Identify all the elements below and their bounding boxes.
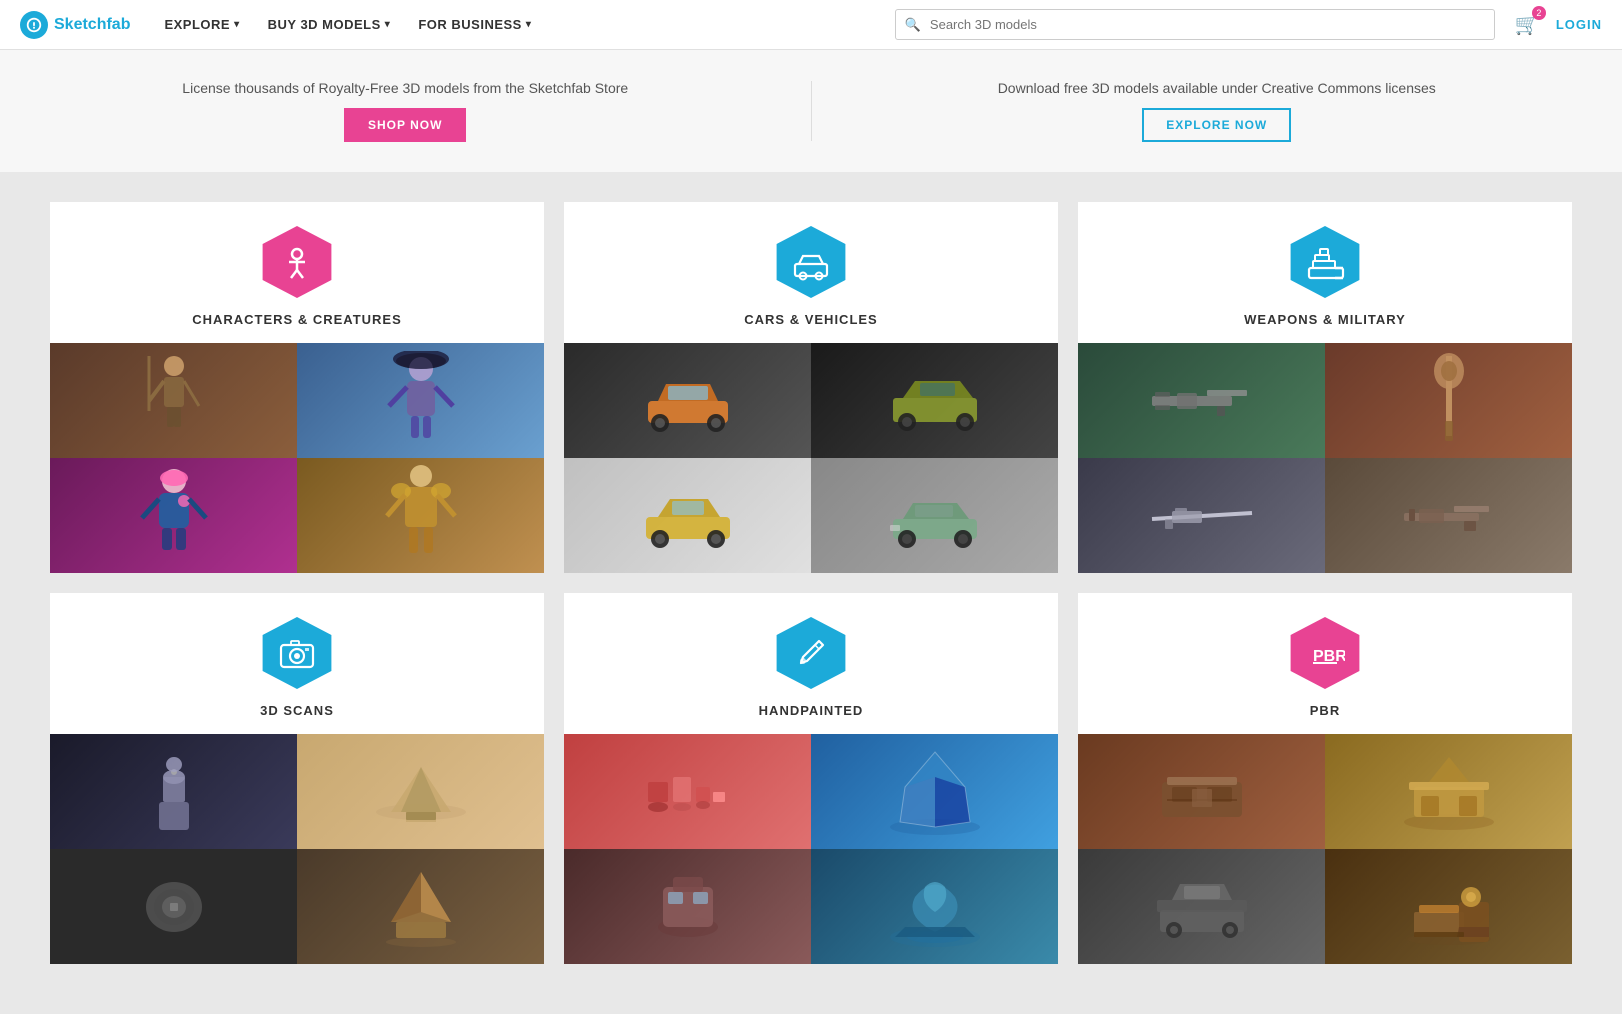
weapons-images xyxy=(1078,343,1572,573)
cart-badge: 2 xyxy=(1532,6,1546,20)
category-pbr-header: PBR PBR xyxy=(1078,593,1572,734)
category-scans[interactable]: 3D SCANS xyxy=(50,593,544,964)
categories-grid: CHARACTERS & CREATURES xyxy=(0,172,1622,1014)
car-img-3 xyxy=(564,458,811,573)
char-img-1 xyxy=(50,343,297,458)
pbr-img-2 xyxy=(1325,734,1572,849)
promo-divider xyxy=(811,81,812,141)
wpn-img-1 xyxy=(1078,343,1325,458)
hand-img-4 xyxy=(811,849,1058,964)
logo-icon xyxy=(20,11,48,39)
pbr-images xyxy=(1078,734,1572,964)
logo-text: Sketchfab xyxy=(54,16,130,34)
pbr-img-3 xyxy=(1078,849,1325,964)
pbr-title: PBR xyxy=(1310,703,1340,718)
wpn-img-4 xyxy=(1325,458,1572,573)
promo-left-text: License thousands of Royalty-Free 3D mod… xyxy=(182,80,628,96)
category-handpainted-header: HANDPAINTED xyxy=(564,593,1058,734)
category-scans-header: 3D SCANS xyxy=(50,593,544,734)
characters-icon xyxy=(257,222,337,302)
buy-nav[interactable]: BUY 3D MODELS ▾ xyxy=(254,0,405,50)
cars-images xyxy=(564,343,1058,573)
navbar: Sketchfab EXPLORE ▾ BUY 3D MODELS ▾ FOR … xyxy=(0,0,1622,50)
explore-now-button[interactable]: EXPLORE NOW xyxy=(1142,108,1291,142)
scan-img-1 xyxy=(50,734,297,849)
category-pbr[interactable]: PBR PBR xyxy=(1078,593,1572,964)
logo[interactable]: Sketchfab xyxy=(20,11,130,39)
car-img-4 xyxy=(811,458,1058,573)
pbr-img-4 xyxy=(1325,849,1572,964)
promo-right-text: Download free 3D models available under … xyxy=(998,80,1436,96)
wpn-img-3 xyxy=(1078,458,1325,573)
char-img-4 xyxy=(297,458,544,573)
handpainted-icon xyxy=(771,613,851,693)
scan-img-2 xyxy=(297,734,544,849)
scan-img-3 xyxy=(50,849,297,964)
char-img-3 xyxy=(50,458,297,573)
buy-chevron: ▾ xyxy=(385,19,391,30)
characters-images xyxy=(50,343,544,573)
promo-right: Download free 3D models available under … xyxy=(852,80,1583,142)
explore-chevron: ▾ xyxy=(234,19,240,30)
hand-img-1 xyxy=(564,734,811,849)
cart-button[interactable]: 🛒 2 xyxy=(1515,12,1540,37)
search-input[interactable] xyxy=(895,9,1495,40)
login-button[interactable]: LOGIN xyxy=(1556,17,1602,32)
char-img-2 xyxy=(297,343,544,458)
wpn-img-2 xyxy=(1325,343,1572,458)
search-bar: 🔍 xyxy=(895,9,1495,40)
nav-right: 🛒 2 LOGIN xyxy=(1515,12,1602,37)
scan-img-4 xyxy=(297,849,544,964)
business-chevron: ▾ xyxy=(526,19,532,30)
category-handpainted[interactable]: HANDPAINTED xyxy=(564,593,1058,964)
cars-title: CARS & VEHICLES xyxy=(744,312,877,327)
business-nav[interactable]: FOR BUSINESS ▾ xyxy=(404,0,545,50)
category-characters[interactable]: CHARACTERS & CREATURES xyxy=(50,202,544,573)
explore-nav[interactable]: EXPLORE ▾ xyxy=(150,0,253,50)
weapons-icon xyxy=(1285,222,1365,302)
category-cars[interactable]: CARS & VEHICLES xyxy=(564,202,1058,573)
hand-img-2 xyxy=(811,734,1058,849)
weapons-title: WEAPONS & MILITARY xyxy=(1244,312,1406,327)
category-cars-header: CARS & VEHICLES xyxy=(564,202,1058,343)
handpainted-title: HANDPAINTED xyxy=(759,703,864,718)
search-icon: 🔍 xyxy=(905,17,921,33)
promo-left: License thousands of Royalty-Free 3D mod… xyxy=(40,80,771,142)
car-img-2 xyxy=(811,343,1058,458)
hand-img-3 xyxy=(564,849,811,964)
promo-banner: License thousands of Royalty-Free 3D mod… xyxy=(0,50,1622,172)
category-characters-header: CHARACTERS & CREATURES xyxy=(50,202,544,343)
scans-images xyxy=(50,734,544,964)
scans-title: 3D SCANS xyxy=(260,703,334,718)
cars-icon xyxy=(771,222,851,302)
car-img-1 xyxy=(564,343,811,458)
scans-icon xyxy=(257,613,337,693)
shop-now-button[interactable]: SHOP NOW xyxy=(344,108,466,142)
pbr-icon: PBR xyxy=(1285,613,1365,693)
handpainted-images xyxy=(564,734,1058,964)
category-weapons[interactable]: WEAPONS & MILITARY xyxy=(1078,202,1572,573)
category-weapons-header: WEAPONS & MILITARY xyxy=(1078,202,1572,343)
pbr-img-1 xyxy=(1078,734,1325,849)
characters-title: CHARACTERS & CREATURES xyxy=(192,312,402,327)
nav-links: EXPLORE ▾ BUY 3D MODELS ▾ FOR BUSINESS ▾ xyxy=(150,0,874,50)
